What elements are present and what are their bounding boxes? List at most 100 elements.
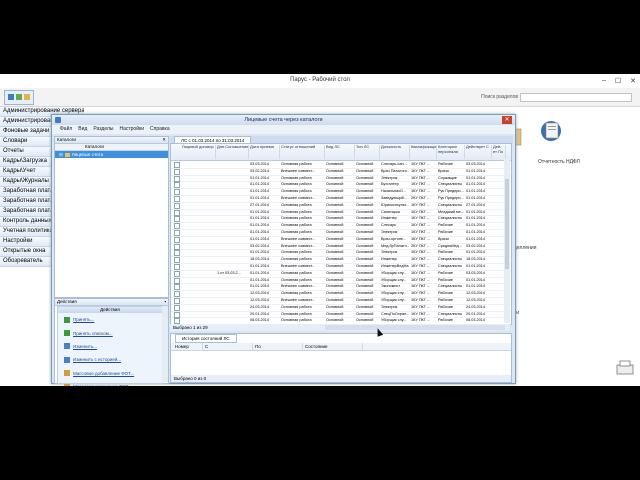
action-item[interactable]: Массовое добавление ФОТ... [58, 367, 162, 380]
table-cell: Основной [326, 168, 344, 173]
table-cell: 01.01.2014 [250, 230, 270, 234]
table-cell: Основной [356, 182, 374, 187]
menu-settings[interactable]: Настройки [119, 125, 144, 134]
menu-sections[interactable]: Разделы [93, 125, 113, 134]
history-column-header[interactable]: Состояние [303, 343, 363, 350]
actions-scrollbar[interactable] [162, 306, 168, 382]
desktop-shortcuts: Отчетность НДФЛ делления ки [512, 107, 640, 386]
table-cell: 01.01.2014 [466, 230, 486, 234]
catalog-panel: Каталоги ✕ Каталоги ⊟ Лицевые счета [54, 136, 169, 298]
catalog-close-icon[interactable]: ✕ [162, 137, 166, 143]
table-cell: Врачи [438, 236, 449, 241]
action-item[interactable]: Изменить... [58, 340, 162, 353]
window-close-button[interactable]: ✕ [502, 116, 512, 124]
column-header[interactable]: Тип ЛС [355, 145, 380, 159]
menu-file[interactable]: Файл [60, 125, 72, 134]
table-cell: Специалисты [438, 311, 463, 316]
column-header[interactable]: Дей-ет По [492, 145, 506, 159]
table-cell: Уборщик слу... [381, 277, 407, 282]
window-controls: – ☐ ✕ [602, 77, 636, 85]
grid-scroll-thumb[interactable] [505, 179, 509, 269]
table-cell: Основной [356, 223, 374, 228]
table-cell: Мед.брПалатн... [381, 243, 409, 248]
column-header[interactable]: Категория персонала [437, 145, 465, 159]
search-label: Поиск разделов [481, 94, 518, 100]
table-cell: 24.03.2014 [250, 304, 270, 309]
menu-help[interactable]: Справка [150, 125, 170, 134]
catalog-column-header[interactable]: Каталоги [55, 144, 168, 151]
grid-horizontal-scrollbar[interactable] [325, 325, 505, 330]
report-shortcut-icon[interactable] [540, 119, 562, 143]
table-cell [182, 283, 215, 290]
table-cell: 03.03.2014 [466, 162, 486, 166]
column-header[interactable]: Действует С [465, 145, 492, 159]
table-cell [182, 290, 215, 297]
history-footer: Выбрано 0 из 0 [171, 375, 511, 382]
action-item[interactable]: Принять списком... [58, 326, 162, 339]
app-titlebar: Парус - Рабочий стол – ☐ ✕ [0, 74, 640, 88]
action-item[interactable]: Массовое изменение ФОТ... [58, 380, 162, 386]
action-label: Принять... [73, 317, 95, 323]
menu-view[interactable]: Вид [78, 125, 87, 134]
table-cell [182, 311, 215, 318]
table-cell: 03.02.2014 [250, 243, 270, 248]
minimize-button[interactable]: – [602, 77, 606, 85]
table-cell: 01.01.2014 [466, 168, 486, 173]
close-app-button[interactable]: ✕ [630, 77, 636, 85]
column-header[interactable]: Квалификационный [410, 145, 437, 159]
maximize-button[interactable]: ☐ [615, 77, 621, 85]
table-cell: 1КУ ПКГ ... [411, 304, 431, 309]
column-header[interactable]: Должность [380, 145, 410, 159]
column-header[interactable]: Статус отношений [280, 145, 325, 159]
table-cell: Внешнее совмест... [281, 243, 316, 248]
table-cell: Основной [356, 298, 374, 302]
table-cell: 1КУ ПКГ ... [411, 264, 431, 268]
table-cell: Врач Патолого... [381, 168, 409, 173]
column-header[interactable]: Вид ЛС [325, 145, 355, 159]
action-label: Принять списком... [73, 330, 113, 336]
tab-history[interactable]: История состояний ЛС [175, 334, 237, 343]
history-column-header[interactable]: По [253, 343, 303, 350]
table-cell: 27.01.2014 [250, 202, 270, 207]
window-title: Лицевые счета через каталоги [244, 117, 323, 123]
table-cell: 12.03.2014 [250, 298, 270, 302]
action-icon [64, 370, 70, 377]
report-shortcut-label[interactable]: Отчетность НДФЛ [538, 159, 580, 165]
table-cell: Рабочие [438, 223, 453, 228]
catalog-tree-item[interactable]: ⊟ Лицевые счета [55, 151, 168, 158]
table-cell: Заведующий... [381, 196, 407, 200]
table-cell: ИнженерВедНа... [381, 264, 409, 268]
table-cell: 03.03.2014 [250, 162, 270, 166]
action-item[interactable]: Изменить с историей... [58, 353, 162, 366]
table-cell: 01.01.2014 [250, 175, 270, 180]
table-cell: Основной [356, 284, 374, 289]
table-cell: Основной [326, 189, 344, 194]
window-app-icon [55, 117, 61, 123]
history-column-header[interactable]: Номер [173, 343, 203, 350]
table-cell: 01.01.2014 [250, 264, 270, 268]
table-cell: Основной [326, 182, 344, 187]
printer-icon[interactable] [614, 360, 636, 378]
column-header[interactable]: Доп.Соглашение [216, 145, 249, 159]
search-input[interactable] [520, 93, 632, 102]
table-cell: НачальникО... [381, 189, 407, 194]
table-cell: 12.03.2014 [466, 298, 486, 302]
app-menu-button[interactable] [4, 90, 34, 105]
table-cell: Внешнее совмест... [281, 236, 316, 241]
expand-icon[interactable]: ⊟ [59, 151, 63, 158]
column-header[interactable]: Дата приема [249, 145, 280, 159]
grid-vertical-scrollbar[interactable] [504, 159, 510, 323]
table-cell: Основной [356, 257, 374, 262]
table-cell: 12.03.2014 [466, 291, 486, 296]
pin-icon[interactable]: ▪ [164, 299, 166, 305]
table-cell: Специалисты [438, 216, 463, 221]
table-cell: Внешнее совмест... [281, 264, 316, 268]
table-cell: 1КУ ПКГ ... [411, 257, 431, 262]
column-header[interactable]: Лицевой договор [181, 145, 216, 159]
action-item[interactable]: Принять... [58, 313, 162, 326]
table-cell: 1 от 03.03.2... [217, 270, 241, 275]
table-cell: Основная работа [281, 223, 312, 228]
table-cell: Основная работа [281, 162, 312, 166]
history-column-header[interactable]: С [203, 343, 253, 350]
table-cell: Рук Предпри... [438, 196, 464, 200]
